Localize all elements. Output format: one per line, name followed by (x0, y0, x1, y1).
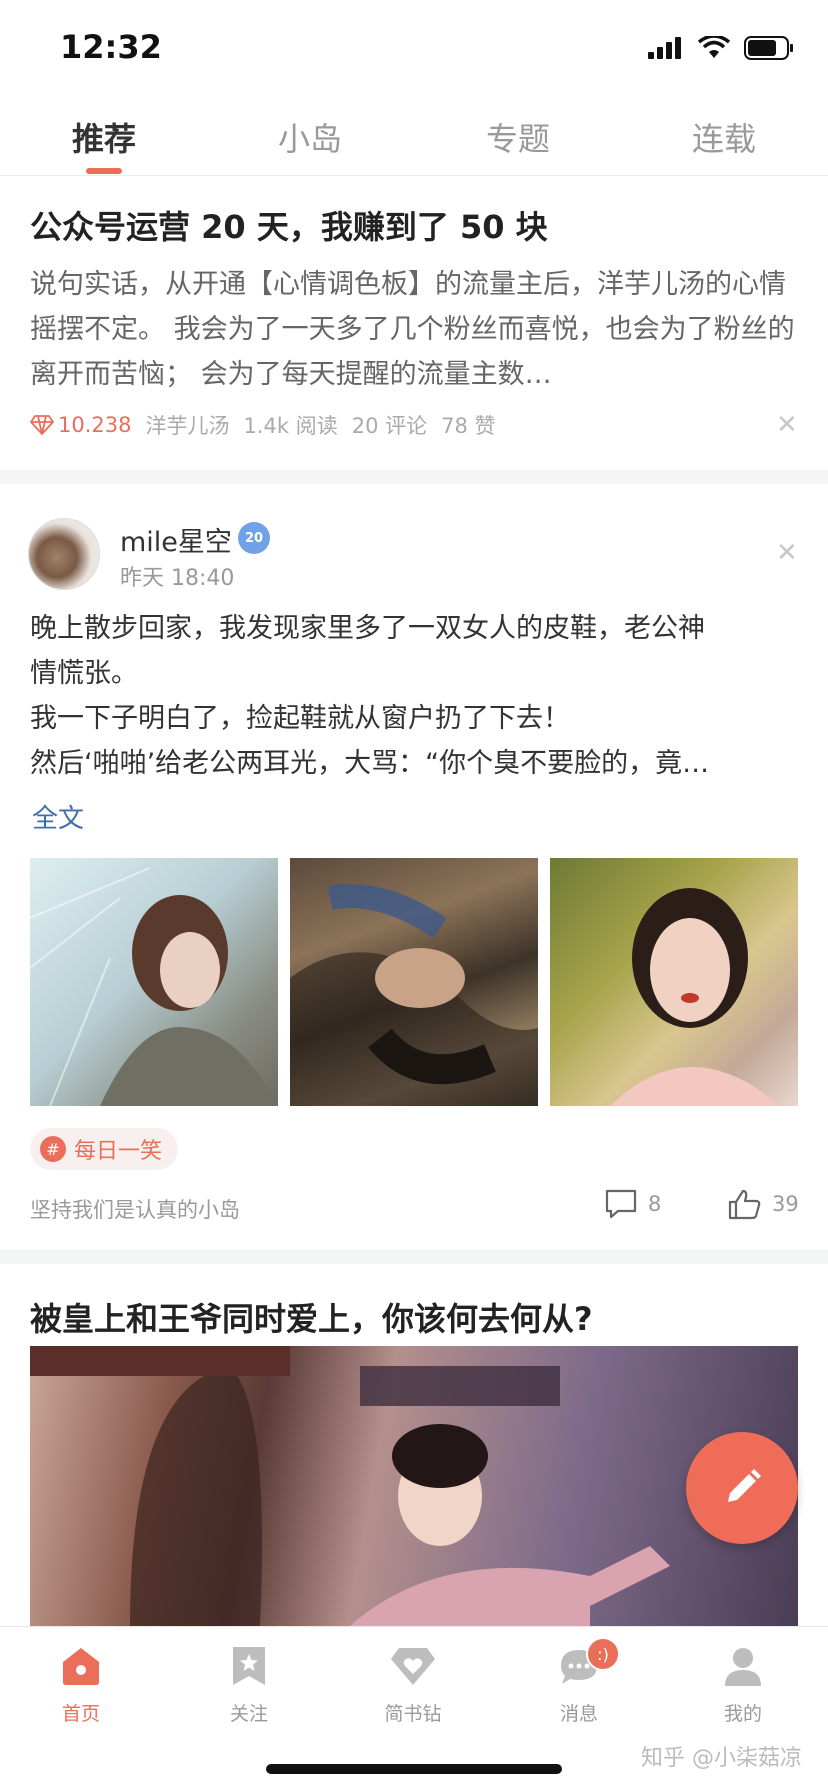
nav-jianshu-diamond[interactable]: 简书钻 (358, 1641, 468, 1726)
article-cover-image[interactable] (30, 1346, 798, 1626)
level-badge: 20 (238, 522, 270, 554)
topic-tag-label: 每日一笑 (74, 1139, 163, 1164)
like-button[interactable]: 39 (728, 1188, 799, 1220)
status-time: 12:32 (60, 28, 162, 66)
article-title[interactable]: 被皇上和王爷同时爱上，你该何去何从? (30, 1294, 593, 1340)
top-tab-bar: 推荐 小岛 专题 连载 (0, 96, 828, 176)
island-name[interactable]: 坚持我们是认真的小岛 (30, 1194, 240, 1224)
comment-count: 20 评论 (351, 414, 428, 438)
tab-recommend[interactable]: 推荐 (34, 114, 174, 160)
article-meta: 10.238 洋芋儿汤 1.4k 阅读 20 评论 78 赞 (30, 410, 496, 440)
post-photo-2[interactable] (290, 858, 538, 1106)
tab-topics[interactable]: 专题 (448, 114, 588, 160)
nav-home[interactable]: 首页 (26, 1641, 136, 1726)
thumbs-up-icon (728, 1189, 761, 1220)
diamond-heart-icon (391, 1648, 435, 1685)
dismiss-close-icon[interactable]: ✕ (776, 410, 798, 440)
nav-label: 简书钻 (384, 1703, 442, 1725)
nav-label: 首页 (61, 1703, 100, 1725)
tab-island[interactable]: 小岛 (240, 114, 380, 160)
diamond-value: 10.238 (58, 413, 132, 437)
message-badge: :) (586, 1637, 620, 1671)
article-excerpt[interactable]: 说句实话，从开通【心情调色板】的流量主后，洋芋儿汤的心情摇摆不定。 我会为了一天… (30, 262, 800, 397)
post-time: 昨天 18:40 (120, 566, 235, 591)
tab-serial[interactable]: 连载 (654, 114, 794, 160)
nav-label: 关注 (229, 1703, 268, 1725)
battery-icon (744, 36, 793, 60)
post-text-line: 然后‘啪啪’给老公两耳光，大骂：“你个臭不要脸的，竟… (30, 748, 710, 779)
nav-label: 消息 (559, 1703, 598, 1725)
diamond-reward: 10.238 (30, 413, 131, 437)
bookmark-star-icon (233, 1647, 265, 1685)
signal-icon (648, 37, 681, 59)
diamond-icon (30, 415, 54, 435)
post-text[interactable]: 晚上散步回家，我发现家里多了一双女人的皮鞋，老公神 情慌张。 我一下子明白了，捡… (30, 606, 800, 786)
post-text-line: 情慌张。 (30, 658, 138, 689)
nav-messages[interactable]: :) 消息 (524, 1637, 634, 1726)
person-icon (725, 1648, 761, 1686)
comment-icon (605, 1189, 637, 1219)
home-indicator (266, 1764, 562, 1774)
status-icons (648, 36, 794, 60)
avatar[interactable] (28, 518, 100, 590)
nav-label: 我的 (723, 1703, 762, 1725)
home-icon (63, 1648, 99, 1685)
article-title[interactable]: 公众号运营 20 天，我赚到了 50 块 (30, 202, 800, 248)
post-photo-1[interactable] (30, 858, 278, 1106)
active-tab-indicator (86, 168, 122, 174)
like-count: 39 (772, 1192, 799, 1216)
post-photo-3[interactable] (550, 858, 798, 1106)
comment-count: 8 (648, 1192, 662, 1216)
post-text-line: 我一下子明白了，捡起鞋就从窗户扔了下去！ (30, 703, 570, 734)
pencil-icon (728, 1469, 761, 1502)
section-divider (0, 470, 828, 484)
status-bar: 12:32 (0, 0, 828, 96)
topic-tag[interactable]: # 每日一笑 (30, 1128, 179, 1170)
nav-profile[interactable]: 我的 (688, 1641, 798, 1726)
compose-button[interactable] (686, 1432, 798, 1544)
section-divider (0, 1250, 828, 1264)
watermark: 知乎 @小柒菇凉 (641, 1746, 802, 1771)
post-text-line: 晚上散步回家，我发现家里多了一双女人的皮鞋，老公神 (30, 613, 705, 644)
like-count: 78 赞 (441, 414, 496, 438)
comment-button[interactable]: 8 (604, 1188, 661, 1220)
username[interactable]: mile星空 (120, 520, 232, 559)
article-author[interactable]: 洋芋儿汤 (145, 410, 229, 440)
dismiss-close-icon[interactable]: ✕ (776, 538, 798, 568)
read-count: 1.4k 阅读 (243, 414, 338, 438)
hash-icon: # (40, 1136, 66, 1162)
wifi-icon (698, 36, 730, 58)
full-text-link[interactable]: 全文 (32, 798, 84, 835)
nav-following[interactable]: 关注 (194, 1641, 304, 1726)
